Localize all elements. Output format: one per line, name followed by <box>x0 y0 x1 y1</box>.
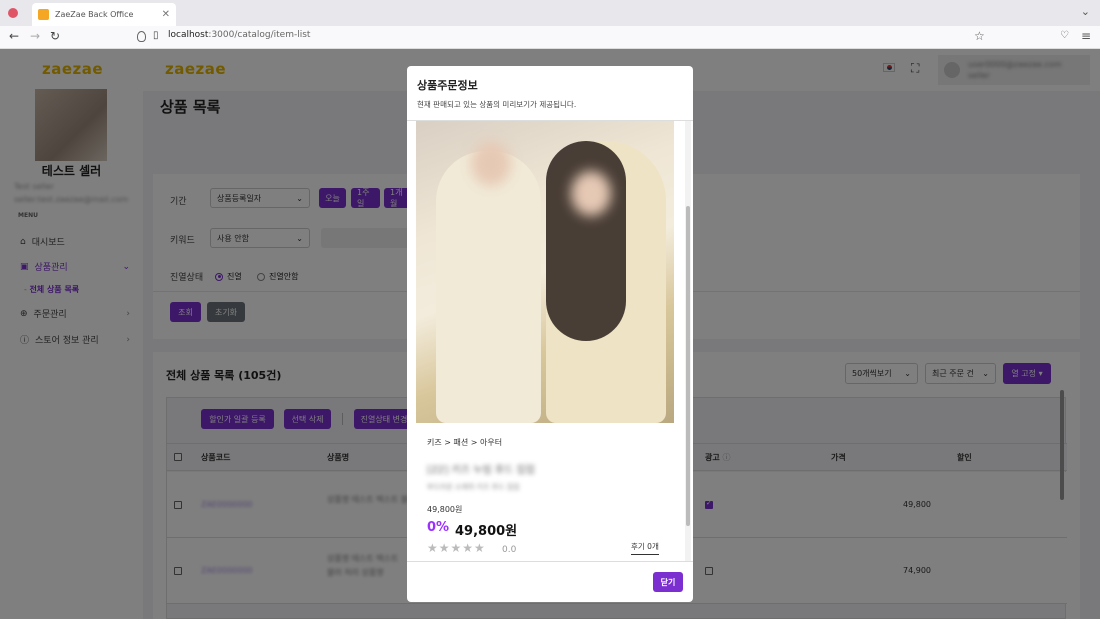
discount-rate: 0% <box>427 520 450 535</box>
image-figure <box>436 151 541 423</box>
url-path: :3000/catalog/item-list <box>208 30 311 40</box>
star-icon[interactable]: ☆ <box>974 29 985 43</box>
pocket-icon[interactable]: ♡ <box>1060 30 1069 41</box>
close-icon[interactable]: ✕ <box>162 9 170 20</box>
browser-tab[interactable]: ZaeZae Back Office ✕ <box>32 3 176 26</box>
sale-price: 49,800원 <box>455 524 518 539</box>
back-icon[interactable]: ← <box>9 29 19 43</box>
favicon-icon <box>38 9 49 20</box>
image-face <box>571 171 611 216</box>
product-preview-modal: 상품주문정보 현재 판매되고 있는 상품의 미리보기가 제공됩니다. 키즈 > … <box>407 66 693 602</box>
firefox-icon <box>8 8 18 18</box>
modal-title: 상품주문정보 <box>417 79 478 92</box>
modal-scrollbar-thumb[interactable] <box>686 206 690 526</box>
url-bar[interactable]: localhost:3000/catalog/item-list <box>168 30 310 40</box>
product-description: 부드러운 소재의 키즈 후드 집업 <box>427 483 520 491</box>
chevron-down-icon[interactable]: ⌄ <box>1081 5 1090 18</box>
original-price: 49,800원 <box>427 505 463 514</box>
product-name: [ZZ] 키즈 누빔 후드 집업 <box>427 465 535 476</box>
browser-tab-bar: ZaeZae Back Office ✕ ⌄ <box>0 0 1100 26</box>
modal-body: 키즈 > 패션 > 아우터 [ZZ] 키즈 누빔 후드 집업 부드러운 소재의 … <box>407 120 693 562</box>
close-button[interactable]: 닫기 <box>653 572 683 592</box>
shield-icon[interactable] <box>137 31 146 42</box>
reload-icon[interactable]: ↻ <box>50 29 60 43</box>
hamburger-icon[interactable]: ≡ <box>1081 29 1091 43</box>
page-icon: ▯ <box>153 30 159 41</box>
rating-score: 0.0 <box>502 545 517 555</box>
review-count-link[interactable]: 후기 0개 <box>631 541 659 555</box>
tab-title: ZaeZae Back Office <box>55 10 134 19</box>
image-face <box>471 141 511 186</box>
browser-nav-bar: ← → ↻ localhost:3000/catalog/item-list ▯… <box>0 26 1100 49</box>
star-rating-icon: ★★★★★ <box>427 541 486 555</box>
url-host: localhost <box>168 30 209 40</box>
product-image <box>416 121 674 423</box>
modal-subtitle: 현재 판매되고 있는 상품의 미리보기가 제공됩니다. <box>417 100 577 109</box>
product-category: 키즈 > 패션 > 아우터 <box>427 438 503 447</box>
forward-icon[interactable]: → <box>30 29 40 43</box>
